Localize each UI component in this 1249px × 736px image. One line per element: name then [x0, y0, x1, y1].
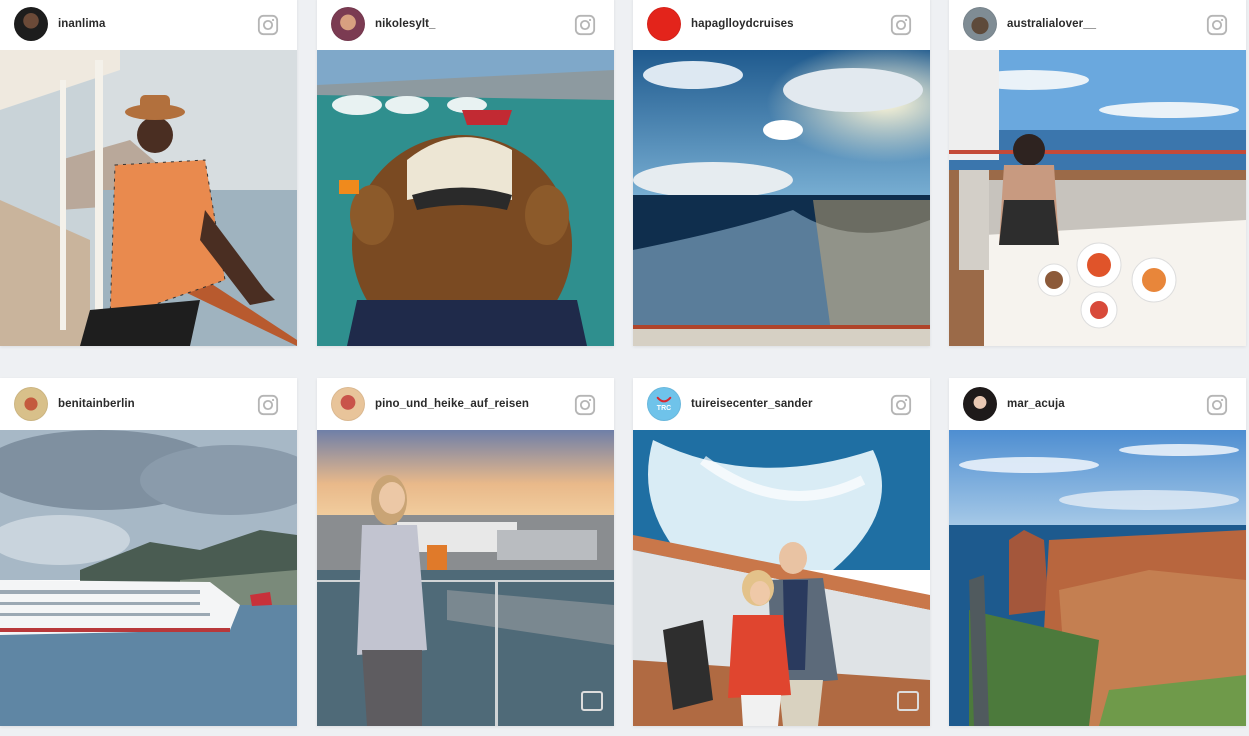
post-photo[interactable]: [317, 430, 614, 726]
post-header[interactable]: hapaglloydcruises: [633, 0, 930, 50]
instagram-icon[interactable]: [257, 394, 279, 416]
username[interactable]: mar_acuja: [1007, 398, 1065, 410]
instagram-icon[interactable]: [574, 394, 596, 416]
post-photo[interactable]: [949, 50, 1246, 346]
post-header[interactable]: TRC tuireisecenter_sander: [633, 378, 930, 430]
post-header[interactable]: inanlima: [0, 0, 297, 50]
instagram-icon[interactable]: [890, 14, 912, 36]
balcony-breakfast-photo: [949, 50, 1246, 346]
avatar[interactable]: [963, 387, 997, 421]
post-photo[interactable]: [949, 430, 1246, 726]
post-header[interactable]: nikolesylt_: [317, 0, 614, 50]
cruise-ship-mountains-photo: [0, 430, 297, 726]
avatar[interactable]: [331, 7, 365, 41]
instagram-feed-grid: inanlima nikolesylt_ hapaglloydcruises a…: [0, 0, 1249, 736]
instagram-icon[interactable]: [1206, 394, 1228, 416]
post-card[interactable]: nikolesylt_: [317, 0, 614, 346]
instagram-icon[interactable]: [257, 14, 279, 36]
avatar[interactable]: TRC: [647, 387, 681, 421]
post-card[interactable]: pino_und_heike_auf_reisen: [317, 378, 614, 726]
post-photo[interactable]: [633, 430, 930, 726]
post-photo[interactable]: [0, 50, 297, 346]
avatar[interactable]: [331, 387, 365, 421]
instagram-icon[interactable]: [890, 394, 912, 416]
username[interactable]: tuireisecenter_sander: [691, 398, 813, 410]
post-card[interactable]: australialover__: [949, 0, 1246, 346]
post-header[interactable]: pino_und_heike_auf_reisen: [317, 378, 614, 430]
tui-smile-icon: [656, 396, 672, 402]
avatar[interactable]: [647, 7, 681, 41]
username[interactable]: pino_und_heike_auf_reisen: [375, 398, 529, 410]
post-header[interactable]: australialover__: [949, 0, 1246, 50]
woman-harbour-sunset-photo: [317, 430, 614, 726]
post-card[interactable]: hapaglloydcruises: [633, 0, 930, 346]
post-photo[interactable]: [633, 50, 930, 346]
username[interactable]: inanlima: [58, 18, 105, 30]
username[interactable]: nikolesylt_: [375, 18, 436, 30]
avatar[interactable]: [14, 7, 48, 41]
post-card[interactable]: mar_acuja: [949, 378, 1246, 726]
post-header[interactable]: benitainberlin: [0, 378, 297, 430]
instagram-icon[interactable]: [574, 14, 596, 36]
post-card[interactable]: TRC tuireisecenter_sander: [633, 378, 930, 726]
ocean-wake-photo: [633, 50, 930, 346]
username[interactable]: benitainberlin: [58, 398, 135, 410]
avatar[interactable]: [963, 7, 997, 41]
post-header[interactable]: mar_acuja: [949, 378, 1246, 430]
post-card[interactable]: benitainberlin: [0, 378, 297, 726]
post-card[interactable]: inanlima: [0, 0, 297, 346]
coastal-cliffs-photo: [949, 430, 1246, 726]
post-photo[interactable]: [0, 430, 297, 726]
ship-deck-man-photo: [0, 50, 297, 346]
instagram-icon[interactable]: [1206, 14, 1228, 36]
username[interactable]: australialover__: [1007, 18, 1096, 30]
avatar-text: TRC: [656, 404, 672, 412]
couple-ship-stern-photo: [633, 430, 930, 726]
username[interactable]: hapaglloydcruises: [691, 18, 794, 30]
avatar[interactable]: [14, 387, 48, 421]
post-photo[interactable]: [317, 50, 614, 346]
teddy-bear-harbour-photo: [317, 50, 614, 346]
